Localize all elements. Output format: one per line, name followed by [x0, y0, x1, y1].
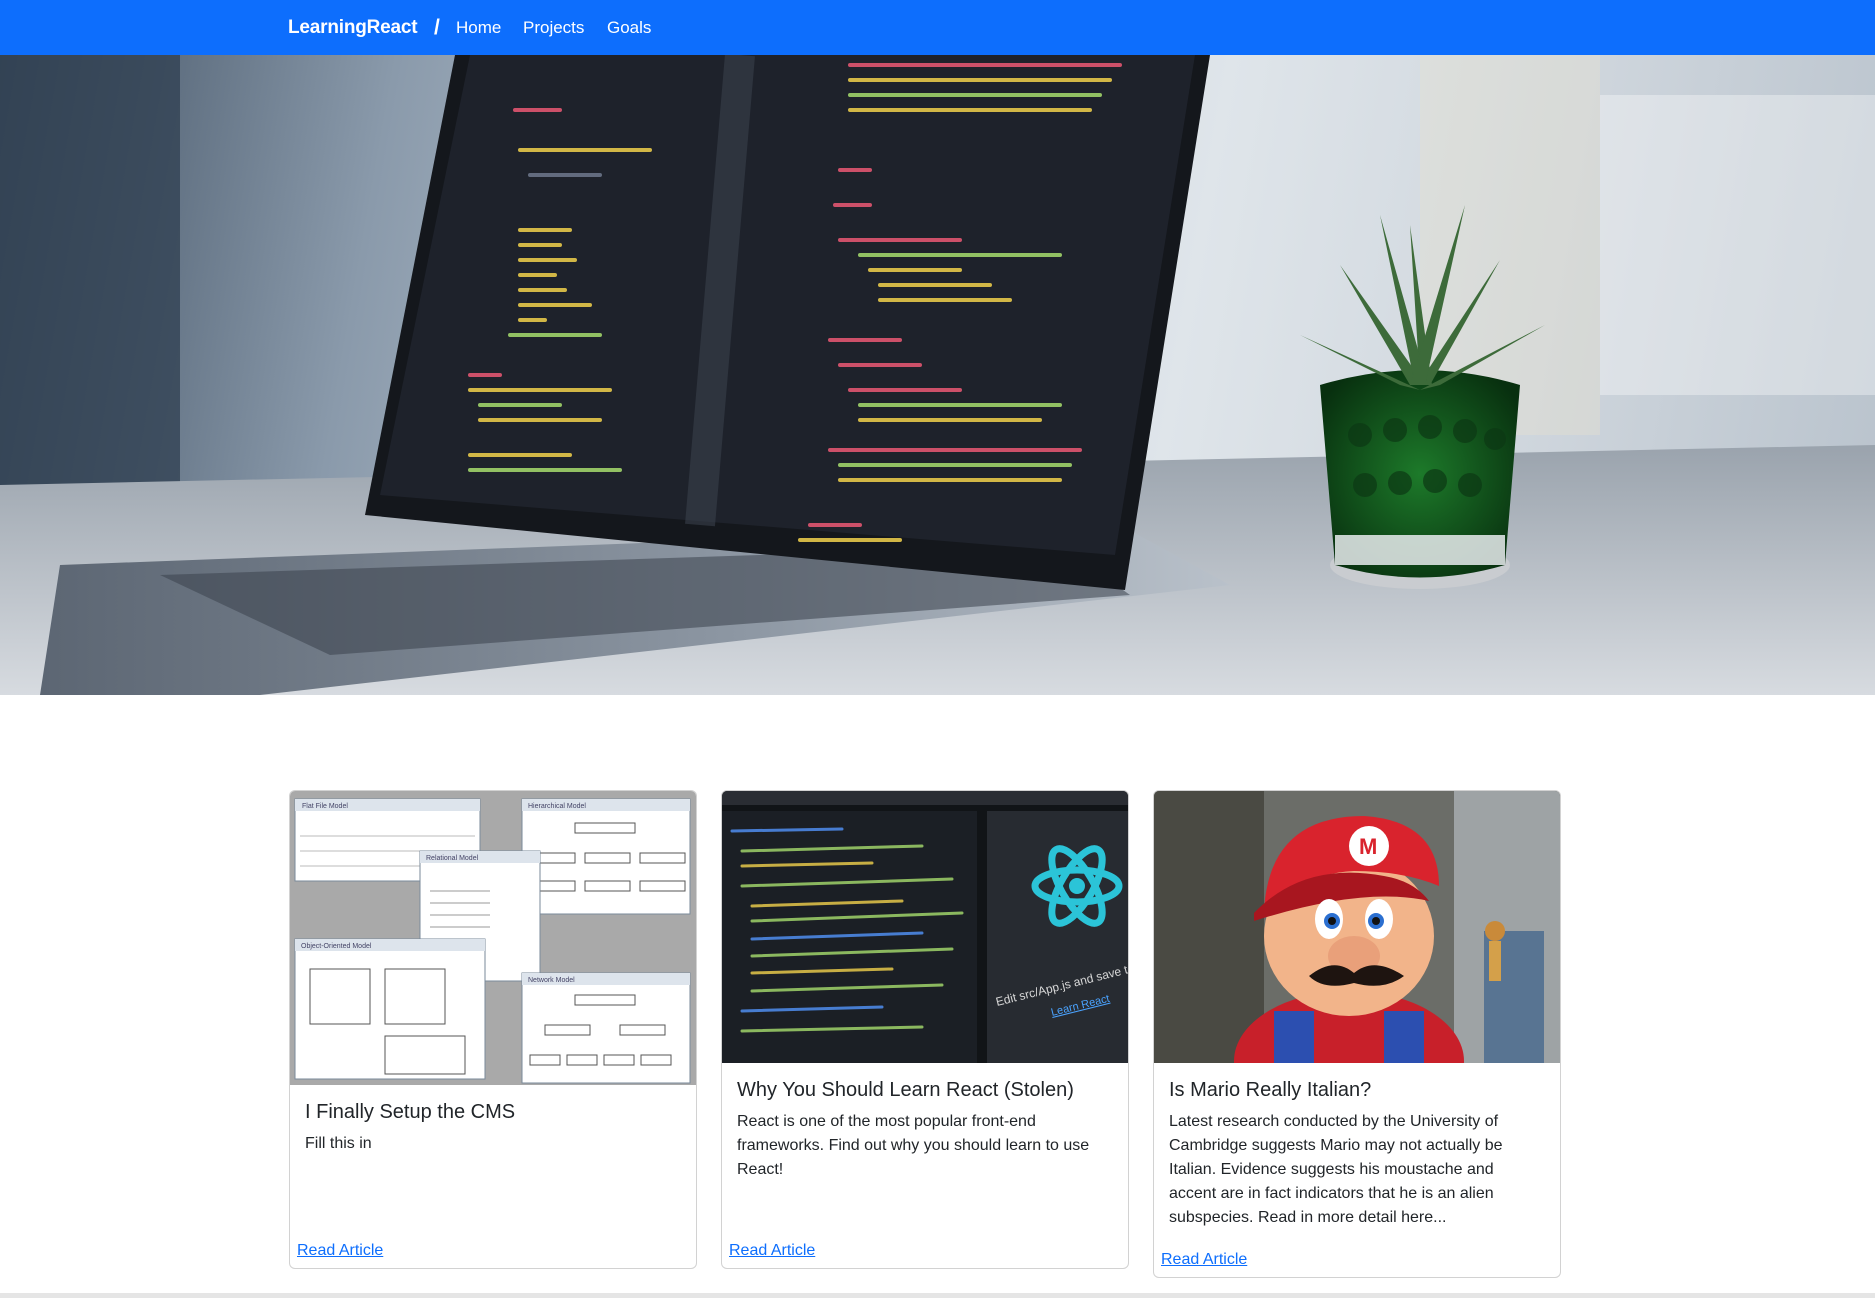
article-card: Flat File Model Hierarchical Model Relat…: [289, 790, 697, 1269]
mario-cap-letter: M: [1359, 834, 1377, 859]
db-label-flat-file: Flat File Model: [302, 803, 348, 810]
nav-link-home[interactable]: Home: [456, 18, 501, 38]
card-text: React is one of the most popular front-e…: [737, 1113, 1090, 1178]
card-image-mario-figure: M: [1154, 791, 1560, 1063]
article-card: Edit src/App.js and save to re Learn Rea…: [721, 790, 1129, 1269]
nav-separator: /: [434, 16, 440, 39]
card-body: I Finally Setup the CMS Fill this in: [290, 1085, 696, 1156]
brand-link[interactable]: LearningReact: [288, 17, 418, 39]
card-title: Why You Should Learn React (Stolen): [737, 1079, 1074, 1101]
card-body: Is Mario Really Italian? Latest research…: [1154, 1063, 1560, 1230]
article-card: M Is Mario Really Italian? Latest resear…: [1153, 790, 1561, 1278]
read-article-link[interactable]: Read Article: [1161, 1251, 1247, 1269]
nav-link-goals[interactable]: Goals: [607, 18, 651, 38]
read-article-link[interactable]: Read Article: [297, 1242, 383, 1260]
card-image-react-editor: Edit src/App.js and save to re Learn Rea…: [722, 791, 1128, 1063]
db-label-relational: Relational Model: [426, 855, 479, 862]
card-text: Fill this in: [305, 1135, 372, 1152]
hero-image: [0, 55, 1875, 695]
top-navbar: LearningReact / Home Projects Goals: [0, 0, 1875, 55]
read-article-link[interactable]: Read Article: [729, 1242, 815, 1260]
card-title: Is Mario Really Italian?: [1169, 1079, 1372, 1101]
db-label-hierarchical: Hierarchical Model: [528, 803, 586, 810]
card-text: Latest research conducted by the Univers…: [1169, 1113, 1503, 1226]
page-bottom-edge: [0, 1293, 1875, 1298]
card-image-database-models: Flat File Model Hierarchical Model Relat…: [290, 791, 696, 1085]
nav-link-projects[interactable]: Projects: [523, 18, 584, 38]
db-label-network: Network Model: [528, 977, 575, 984]
card-body: Why You Should Learn React (Stolen) Reac…: [722, 1063, 1128, 1182]
react-logo-core: [1069, 878, 1085, 894]
db-label-object-oriented: Object-Oriented Model: [301, 943, 372, 950]
card-title: I Finally Setup the CMS: [305, 1101, 516, 1123]
hero-laptop-illustration: [0, 55, 1875, 695]
